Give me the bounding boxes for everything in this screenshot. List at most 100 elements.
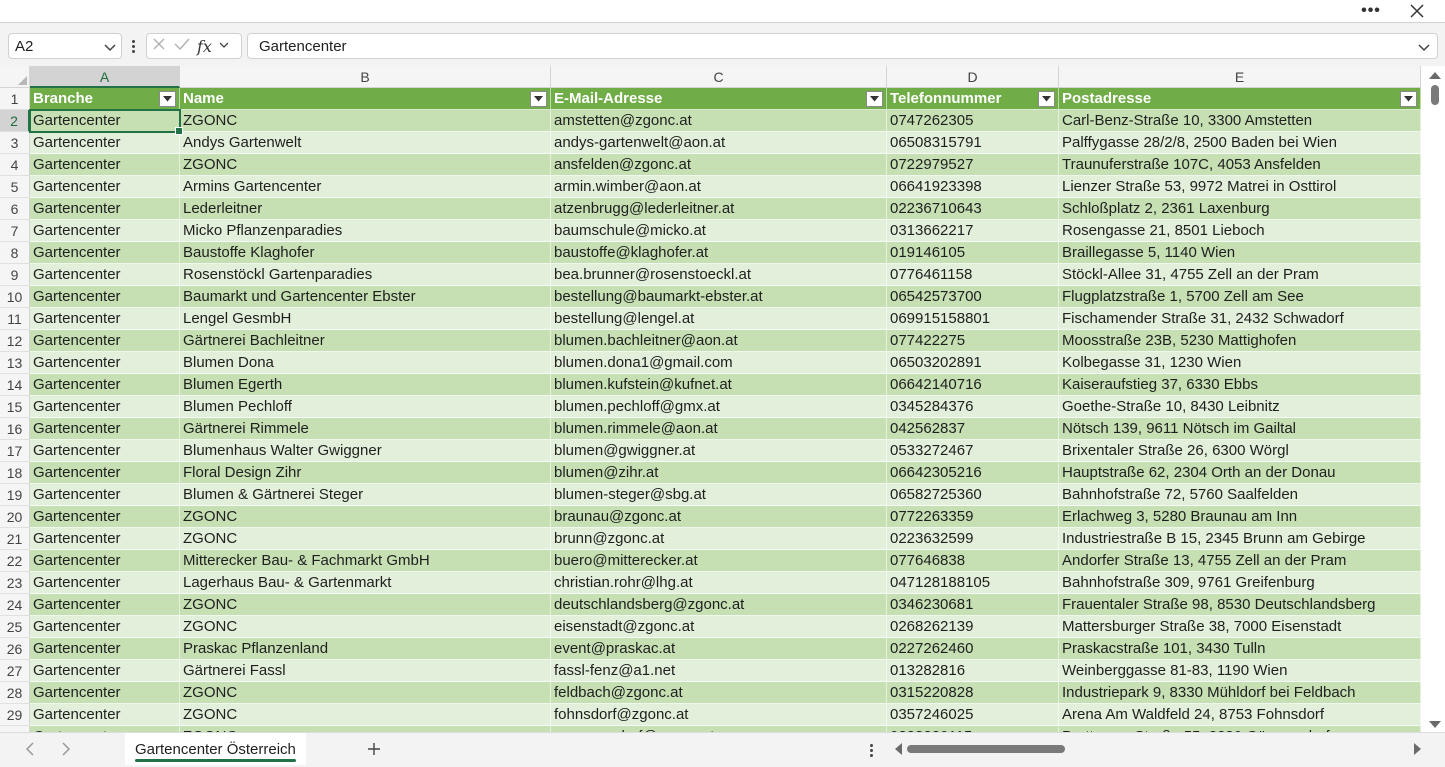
cell-address[interactable]: Bahnhofstraße 72, 5760 Saalfelden <box>1059 484 1421 506</box>
cell-email[interactable]: blumen@gwiggner.at <box>551 440 887 462</box>
cell-branche[interactable]: Gartencenter <box>30 616 180 638</box>
name-box[interactable]: A2 <box>8 33 122 59</box>
cell-name[interactable]: Lengel GesmbH <box>180 308 551 330</box>
chevron-left-icon[interactable] <box>20 739 40 759</box>
cell-phone[interactable]: 0776461158 <box>887 264 1059 286</box>
cell-branche[interactable]: Gartencenter <box>30 506 180 528</box>
row-header[interactable]: 22 <box>0 550 30 572</box>
cell-address[interactable]: Traunuferstraße 107C, 4053 Ansfelden <box>1059 154 1421 176</box>
cell-branche[interactable]: Gartencenter <box>30 528 180 550</box>
more-options-icon[interactable]: ••• <box>1359 0 1383 22</box>
cell-name[interactable]: ZGONC <box>180 528 551 550</box>
plus-icon[interactable] <box>364 738 384 760</box>
more-vertical-icon[interactable] <box>868 741 874 759</box>
row-header[interactable]: 15 <box>0 396 30 418</box>
row-header[interactable]: 24 <box>0 594 30 616</box>
row-header[interactable]: 9 <box>0 264 30 286</box>
cell-email[interactable]: blumen.dona1@gmail.com <box>551 352 887 374</box>
name-box-value[interactable]: A2 <box>15 38 33 55</box>
cell-branche[interactable]: Gartencenter <box>30 264 180 286</box>
filter-dropdown-icon[interactable] <box>159 91 176 107</box>
cell-branche[interactable]: Gartencenter <box>30 418 180 440</box>
cell-branche[interactable]: Gartencenter <box>30 572 180 594</box>
column-header-d[interactable]: D <box>887 66 1059 88</box>
sheet-tab-active[interactable]: Gartencenter Österreich <box>125 733 306 765</box>
cell-phone[interactable]: 077646838 <box>887 550 1059 572</box>
cell-email[interactable]: buero@mitterecker.at <box>551 550 887 572</box>
cell-name[interactable]: Blumenhaus Walter Gwiggner <box>180 440 551 462</box>
cell-name[interactable]: ZGONC <box>180 506 551 528</box>
row-header[interactable]: 1 <box>0 88 30 110</box>
cell-name[interactable]: Gärtnerei Rimmele <box>180 418 551 440</box>
row-header[interactable]: 8 <box>0 242 30 264</box>
spreadsheet-grid[interactable]: A B C D E 1 Branche Name E-Mail-Adresse Telefonnu… <box>0 66 1426 732</box>
cell-name[interactable]: Floral Design Zihr <box>180 462 551 484</box>
row-header[interactable]: 5 <box>0 176 30 198</box>
cell-phone[interactable]: 06641923398 <box>887 176 1059 198</box>
column-header-e[interactable]: E <box>1059 66 1421 88</box>
cell-branche[interactable]: Gartencenter <box>30 594 180 616</box>
cell-email[interactable]: blumen.kufstein@kufnet.at <box>551 374 887 396</box>
cell-branche[interactable]: Gartencenter <box>30 660 180 682</box>
row-header[interactable]: 25 <box>0 616 30 638</box>
cell-email[interactable]: fohnsdorf@zgonc.at <box>551 704 887 726</box>
row-header[interactable]: 27 <box>0 660 30 682</box>
select-all-corner[interactable] <box>0 66 30 88</box>
row-header[interactable]: 16 <box>0 418 30 440</box>
cell-name[interactable]: Blumen & Gärtnerei Steger <box>180 484 551 506</box>
cell-name[interactable]: ZGONC <box>180 704 551 726</box>
cell-name[interactable]: Baumarkt und Gartencenter Ebster <box>180 286 551 308</box>
cell-address[interactable]: Rosengasse 21, 8501 Lieboch <box>1059 220 1421 242</box>
cell-name[interactable]: Blumen Pechloff <box>180 396 551 418</box>
scroll-thumb[interactable] <box>907 745 1065 753</box>
function-icon[interactable]: fx <box>197 37 212 56</box>
cell-branche[interactable]: Gartencenter <box>30 308 180 330</box>
scroll-right-icon[interactable] <box>1414 743 1421 755</box>
cell-address[interactable]: Goethe-Straße 10, 8430 Leibnitz <box>1059 396 1421 418</box>
chevron-down-icon[interactable] <box>218 38 230 55</box>
row-header[interactable]: 7 <box>0 220 30 242</box>
row-header[interactable]: 20 <box>0 506 30 528</box>
cell-email[interactable]: blumen.rimmele@aon.at <box>551 418 887 440</box>
cell-address[interactable]: Andorfer Straße 13, 4755 Zell an der Pra… <box>1059 550 1421 572</box>
header-cell-address[interactable]: Postadresse <box>1059 88 1421 110</box>
cell-address[interactable]: Industriepark 9, 8330 Mühldorf bei Feldb… <box>1059 682 1421 704</box>
cell-branche[interactable]: Gartencenter <box>30 110 180 132</box>
cell-phone[interactable]: 0346230681 <box>887 594 1059 616</box>
cell-name[interactable]: ZGONC <box>180 154 551 176</box>
row-header[interactable]: 13 <box>0 352 30 374</box>
cell-branche[interactable]: Gartencenter <box>30 242 180 264</box>
cell-phone[interactable]: 042562837 <box>887 418 1059 440</box>
row-header[interactable]: 29 <box>0 704 30 726</box>
cell-address[interactable]: Stöckl-Allee 31, 4755 Zell an der Pram <box>1059 264 1421 286</box>
cell-name[interactable]: ZGONC <box>180 110 551 132</box>
cell-address[interactable]: Flugplatzstraße 1, 5700 Zell am See <box>1059 286 1421 308</box>
cell-branche[interactable]: Gartencenter <box>30 352 180 374</box>
cell-address[interactable]: Weinberggasse 81-83, 1190 Wien <box>1059 660 1421 682</box>
cell-name[interactable]: Blumen Egerth <box>180 374 551 396</box>
chevron-right-icon[interactable] <box>56 739 76 759</box>
cell-branche[interactable]: Gartencenter <box>30 462 180 484</box>
cell-email[interactable]: amstetten@zgonc.at <box>551 110 887 132</box>
cell-branche[interactable]: Gartencenter <box>30 198 180 220</box>
cell-phone[interactable]: 013282816 <box>887 660 1059 682</box>
row-header[interactable]: 4 <box>0 154 30 176</box>
cell-phone[interactable]: 047128188105 <box>887 572 1059 594</box>
cell-phone[interactable]: 0747262305 <box>887 110 1059 132</box>
cell-name[interactable]: Armins Gartencenter <box>180 176 551 198</box>
cell-phone[interactable]: 0223632599 <box>887 528 1059 550</box>
cell-address[interactable]: Hauptstraße 62, 2304 Orth an der Donau <box>1059 462 1421 484</box>
more-vertical-icon[interactable] <box>128 36 138 56</box>
scroll-down-icon[interactable] <box>1429 721 1441 728</box>
cell-name[interactable]: Blumen Dona <box>180 352 551 374</box>
cell-phone[interactable]: 0313662217 <box>887 220 1059 242</box>
cell-email[interactable]: baumschule@micko.at <box>551 220 887 242</box>
cell-name[interactable]: Mitterecker Bau- & Fachmarkt GmbH <box>180 550 551 572</box>
cell-email[interactable]: blumen@zihr.at <box>551 462 887 484</box>
column-header-c[interactable]: C <box>551 66 887 88</box>
cell-phone[interactable]: 0268262139 <box>887 616 1059 638</box>
cell-email[interactable]: blumen-steger@sbg.at <box>551 484 887 506</box>
cell-phone[interactable]: 0533272467 <box>887 440 1059 462</box>
cell-email[interactable]: brunn@zgonc.at <box>551 528 887 550</box>
cell-branche[interactable]: Gartencenter <box>30 374 180 396</box>
